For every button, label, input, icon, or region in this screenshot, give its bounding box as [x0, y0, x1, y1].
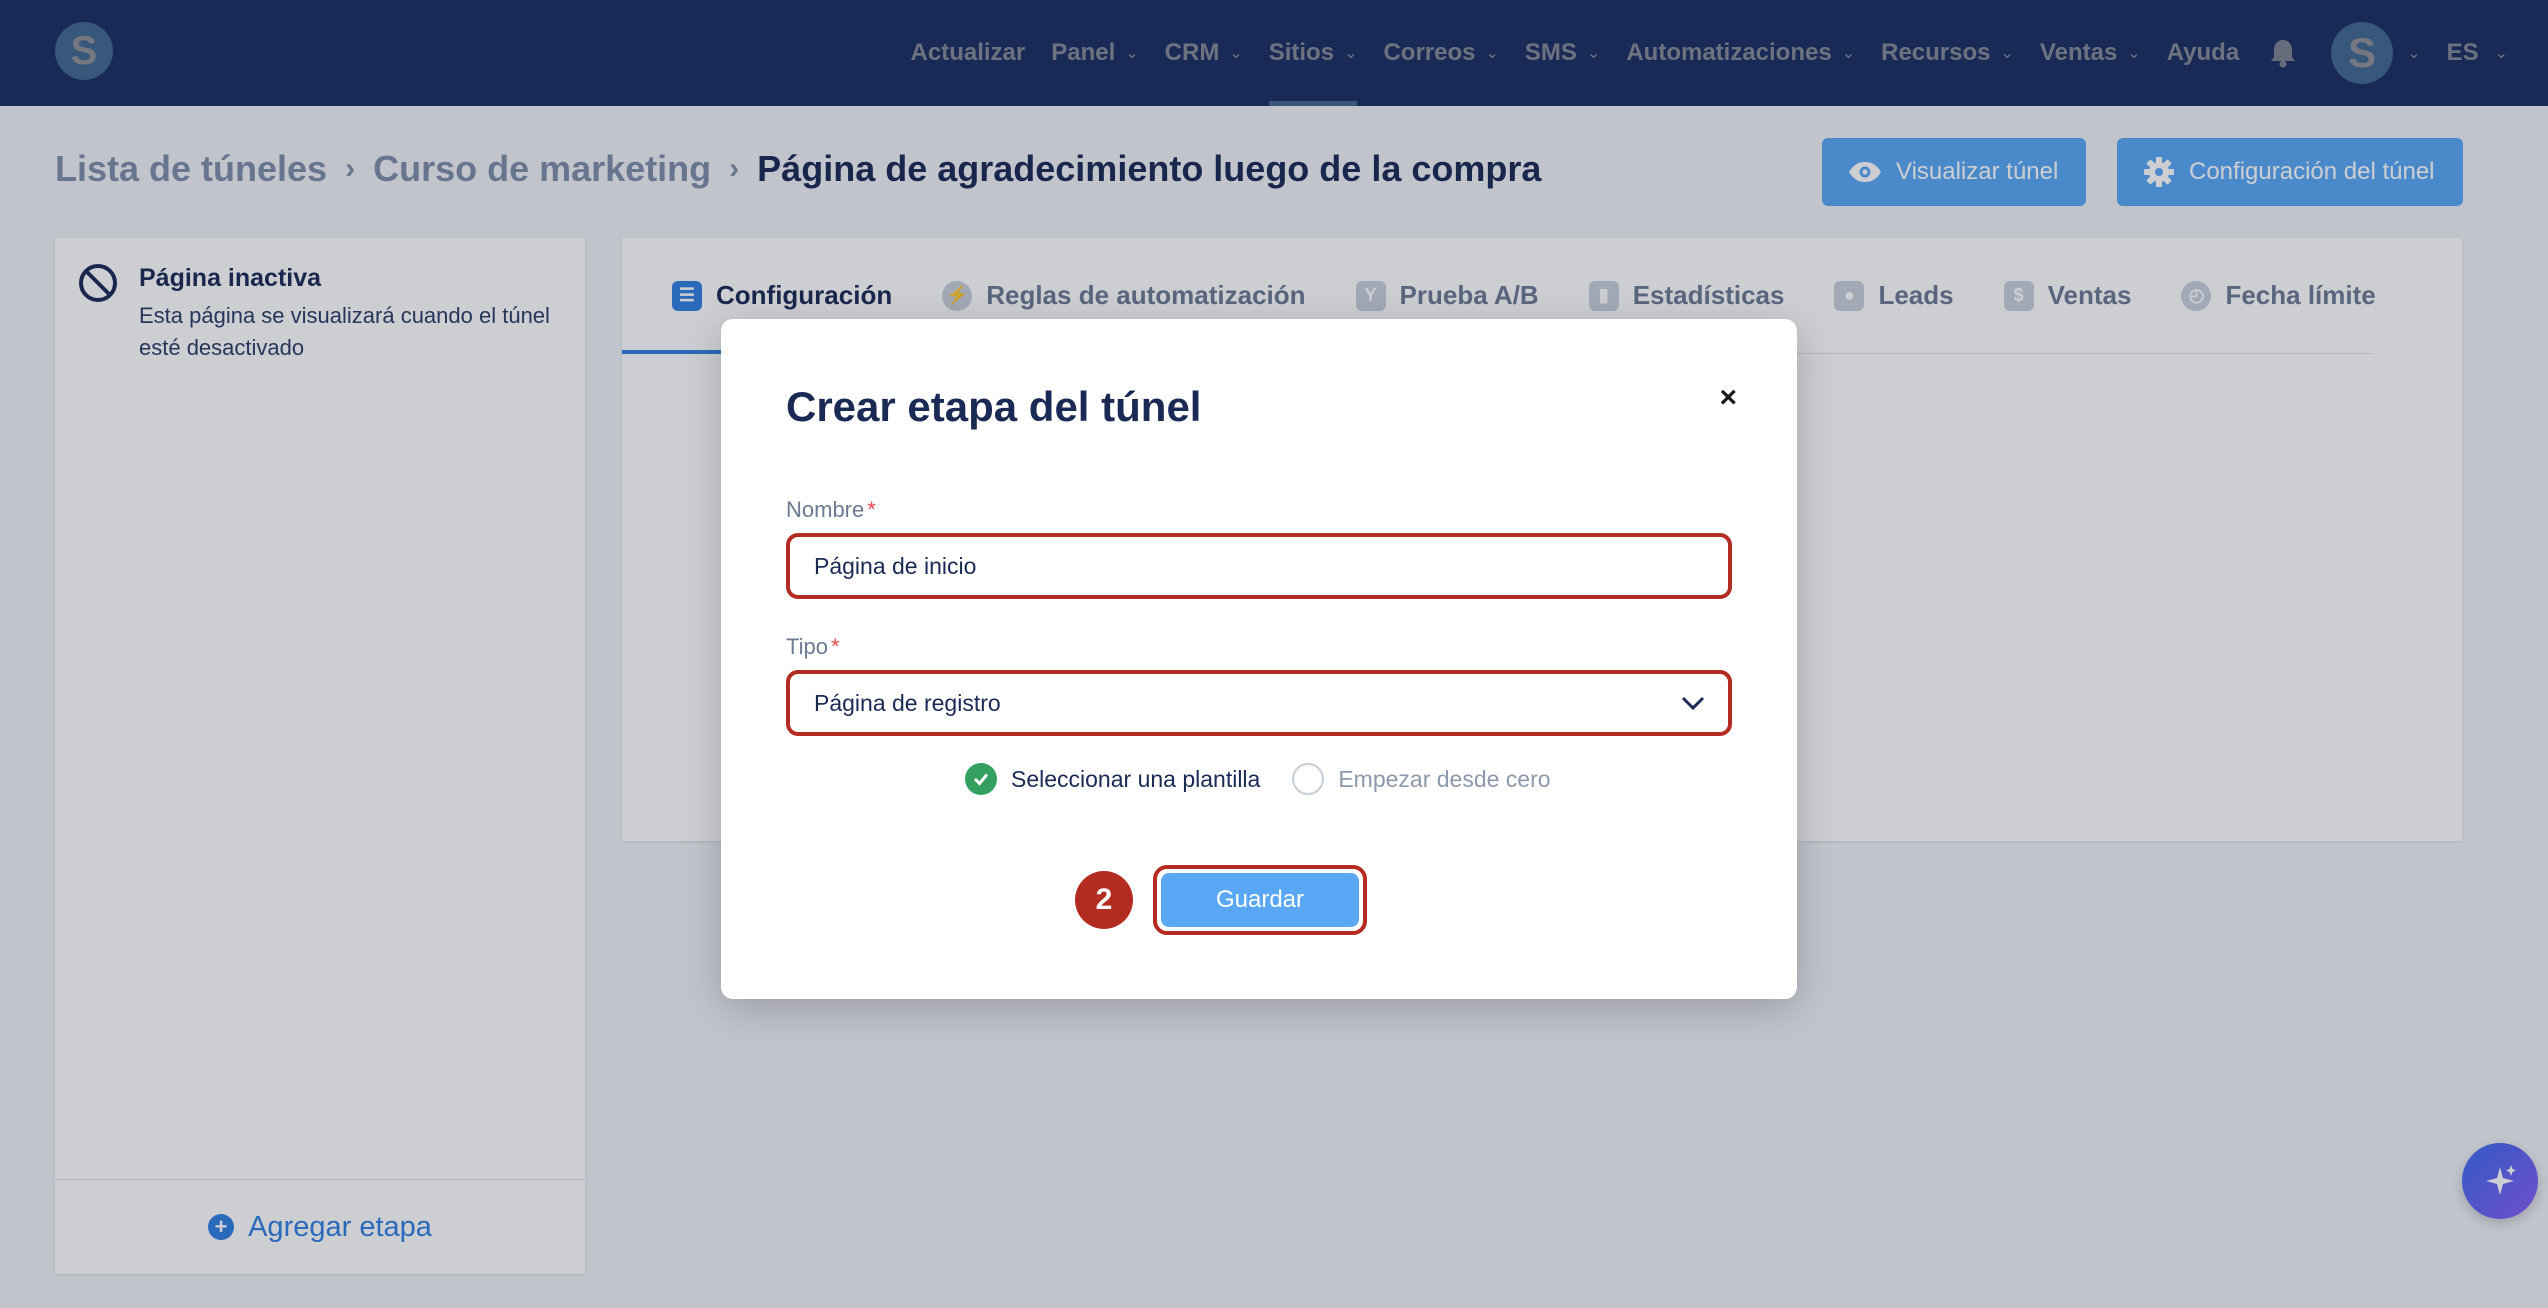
chevron-down-icon [1681, 696, 1705, 711]
radio-scratch[interactable] [1292, 763, 1325, 795]
name-field-label: Nombre * [786, 497, 876, 523]
close-icon[interactable]: × [1719, 381, 1737, 415]
modal-title: Crear etapa del túnel [786, 383, 1202, 430]
radio-template-selected[interactable] [965, 763, 997, 795]
step-badge: 2 [1075, 871, 1133, 929]
modal-backdrop-nav [0, 0, 2548, 106]
save-button-label: Guardar [1161, 873, 1359, 927]
check-icon [973, 773, 989, 786]
type-field-label: Tipo * [786, 634, 840, 660]
name-input[interactable]: Página de inicio [786, 533, 1732, 599]
type-select-value: Página de registro [814, 689, 1001, 716]
template-option-group: Seleccionar una plantilla Empezar desde … [965, 763, 1551, 795]
save-button[interactable]: Guardar [1153, 865, 1367, 935]
create-stage-modal: Crear etapa del túnel × Nombre * Página d… [721, 319, 1797, 999]
required-mark: * [867, 497, 876, 522]
required-mark: * [830, 634, 840, 659]
label-text: Nombre [786, 497, 865, 522]
name-input-value: Página de inicio [814, 552, 977, 579]
option-template-label[interactable]: Seleccionar una plantilla [1011, 766, 1260, 793]
option-scratch-label[interactable]: Empezar desde cero [1338, 766, 1550, 793]
label-text: Tipo [786, 634, 828, 659]
type-select[interactable]: Página de registro [786, 670, 1732, 736]
